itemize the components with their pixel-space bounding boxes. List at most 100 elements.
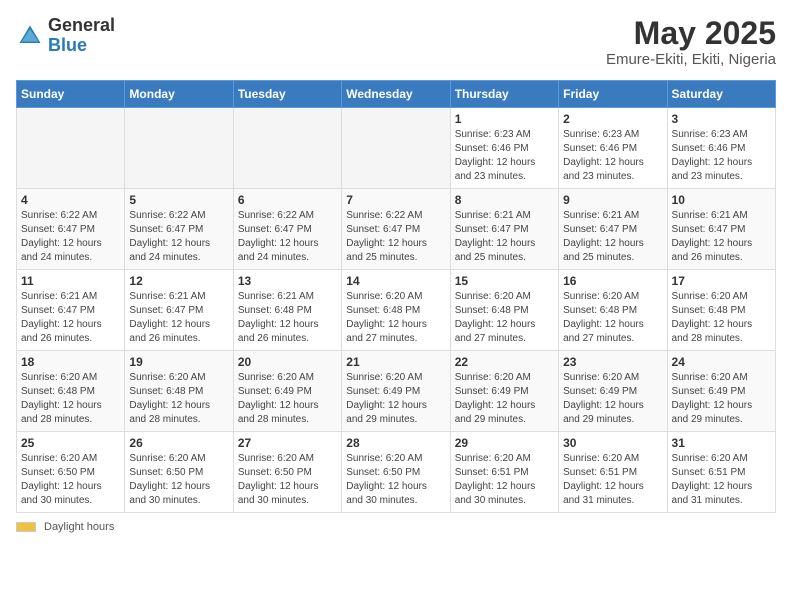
day-info: Sunrise: 6:20 AM Sunset: 6:48 PM Dayligh… — [455, 290, 554, 346]
day-number: 2 — [563, 112, 662, 126]
day-info: Sunrise: 6:21 AM Sunset: 6:47 PM Dayligh… — [563, 209, 662, 265]
day-info: Sunrise: 6:20 AM Sunset: 6:48 PM Dayligh… — [563, 290, 662, 346]
logo-blue-text: Blue — [48, 36, 115, 56]
calendar-cell: 20 Sunrise: 6:20 AM Sunset: 6:49 PM Dayli… — [233, 351, 341, 432]
calendar-cell: 14Sunrise: 6:20 AM Sunset: 6:48 PM Dayli… — [342, 270, 450, 351]
day-info: Sunrise: 6:21 AM Sunset: 6:47 PM Dayligh… — [455, 209, 554, 265]
calendar-cell: 27 Sunrise: 6:20 AM Sunset: 6:50 PM Dayli… — [233, 432, 341, 513]
week-row-1: 4 Sunrise: 6:22 AM Sunset: 6:47 PM Daylig… — [17, 189, 776, 270]
day-number: 16 — [563, 274, 662, 288]
day-info: Sunrise: 6:22 AM Sunset: 6:47 PM Dayligh… — [21, 209, 120, 265]
calendar-cell: 30 Sunrise: 6:20 AM Sunset: 6:51 PM Dayli… — [559, 432, 667, 513]
header-cell-thursday: Thursday — [450, 81, 558, 108]
day-info: Sunrise: 6:21 AM Sunset: 6:47 PM Dayligh… — [672, 209, 771, 265]
day-info: Sunrise: 6:23 AM Sunset: 6:46 PM Dayligh… — [563, 128, 662, 184]
day-number: 7 — [346, 193, 445, 207]
day-info: Sunrise: 6:20 AM Sunset: 6:49 PM Dayligh… — [672, 371, 771, 427]
calendar-cell: 31Sunrise: 6:20 AM Sunset: 6:51 PM Dayli… — [667, 432, 775, 513]
sub-title: Emure-Ekiti, Ekiti, Nigeria — [606, 51, 776, 68]
calendar-cell: 18Sunrise: 6:20 AM Sunset: 6:48 PM Dayli… — [17, 351, 125, 432]
day-number: 10 — [672, 193, 771, 207]
calendar-cell: 25Sunrise: 6:20 AM Sunset: 6:50 PM Dayli… — [17, 432, 125, 513]
week-row-0: 1Sunrise: 6:23 AM Sunset: 6:46 PM Daylig… — [17, 108, 776, 189]
calendar-cell: 16 Sunrise: 6:20 AM Sunset: 6:48 PM Dayli… — [559, 270, 667, 351]
day-info: Sunrise: 6:22 AM Sunset: 6:47 PM Dayligh… — [129, 209, 228, 265]
calendar-cell: 5 Sunrise: 6:22 AM Sunset: 6:47 PM Daylig… — [125, 189, 233, 270]
day-info: Sunrise: 6:20 AM Sunset: 6:50 PM Dayligh… — [238, 452, 337, 508]
day-info: Sunrise: 6:20 AM Sunset: 6:49 PM Dayligh… — [238, 371, 337, 427]
day-info: Sunrise: 6:20 AM Sunset: 6:48 PM Dayligh… — [672, 290, 771, 346]
day-info: Sunrise: 6:20 AM Sunset: 6:49 PM Dayligh… — [455, 371, 554, 427]
day-info: Sunrise: 6:21 AM Sunset: 6:47 PM Dayligh… — [21, 290, 120, 346]
calendar-cell: 10 Sunrise: 6:21 AM Sunset: 6:47 PM Dayli… — [667, 189, 775, 270]
calendar-cell — [17, 108, 125, 189]
day-number: 19 — [129, 355, 228, 369]
day-number: 13 — [238, 274, 337, 288]
day-number: 23 — [563, 355, 662, 369]
day-info: Sunrise: 6:20 AM Sunset: 6:51 PM Dayligh… — [563, 452, 662, 508]
day-info: Sunrise: 6:20 AM Sunset: 6:51 PM Dayligh… — [455, 452, 554, 508]
calendar-cell: 26 Sunrise: 6:20 AM Sunset: 6:50 PM Dayli… — [125, 432, 233, 513]
calendar-cell: 9 Sunrise: 6:21 AM Sunset: 6:47 PM Daylig… — [559, 189, 667, 270]
calendar-cell: 19 Sunrise: 6:20 AM Sunset: 6:48 PM Dayli… — [125, 351, 233, 432]
daylight-label: Daylight hours — [44, 521, 114, 533]
day-number: 5 — [129, 193, 228, 207]
calendar-cell: 7 Sunrise: 6:22 AM Sunset: 6:47 PM Daylig… — [342, 189, 450, 270]
day-number: 15 — [455, 274, 554, 288]
day-info: Sunrise: 6:20 AM Sunset: 6:50 PM Dayligh… — [346, 452, 445, 508]
day-number: 8 — [455, 193, 554, 207]
day-info: Sunrise: 6:23 AM Sunset: 6:46 PM Dayligh… — [455, 128, 554, 184]
week-row-2: 11Sunrise: 6:21 AM Sunset: 6:47 PM Dayli… — [17, 270, 776, 351]
main-title: May 2025 — [606, 16, 776, 51]
day-number: 24 — [672, 355, 771, 369]
header-cell-friday: Friday — [559, 81, 667, 108]
logo-general-text: General — [48, 16, 115, 36]
week-row-4: 25Sunrise: 6:20 AM Sunset: 6:50 PM Dayli… — [17, 432, 776, 513]
day-number: 31 — [672, 436, 771, 450]
calendar-cell: 29 Sunrise: 6:20 AM Sunset: 6:51 PM Dayli… — [450, 432, 558, 513]
header-cell-monday: Monday — [125, 81, 233, 108]
week-row-3: 18Sunrise: 6:20 AM Sunset: 6:48 PM Dayli… — [17, 351, 776, 432]
calendar-cell: 2 Sunrise: 6:23 AM Sunset: 6:46 PM Daylig… — [559, 108, 667, 189]
calendar-cell: 11Sunrise: 6:21 AM Sunset: 6:47 PM Dayli… — [17, 270, 125, 351]
daylight-bar-icon — [16, 522, 36, 532]
day-info: Sunrise: 6:20 AM Sunset: 6:50 PM Dayligh… — [129, 452, 228, 508]
calendar-body: 1Sunrise: 6:23 AM Sunset: 6:46 PM Daylig… — [17, 108, 776, 513]
logo-icon — [16, 22, 44, 50]
header-cell-saturday: Saturday — [667, 81, 775, 108]
calendar-cell: 13 Sunrise: 6:21 AM Sunset: 6:48 PM Dayli… — [233, 270, 341, 351]
day-info: Sunrise: 6:21 AM Sunset: 6:47 PM Dayligh… — [129, 290, 228, 346]
calendar-cell: 12Sunrise: 6:21 AM Sunset: 6:47 PM Dayli… — [125, 270, 233, 351]
day-info: Sunrise: 6:20 AM Sunset: 6:49 PM Dayligh… — [346, 371, 445, 427]
day-number: 27 — [238, 436, 337, 450]
day-number: 22 — [455, 355, 554, 369]
day-info: Sunrise: 6:20 AM Sunset: 6:48 PM Dayligh… — [21, 371, 120, 427]
calendar-cell: 17 Sunrise: 6:20 AM Sunset: 6:48 PM Dayli… — [667, 270, 775, 351]
day-info: Sunrise: 6:20 AM Sunset: 6:48 PM Dayligh… — [129, 371, 228, 427]
day-info: Sunrise: 6:22 AM Sunset: 6:47 PM Dayligh… — [238, 209, 337, 265]
title-section: May 2025 Emure-Ekiti, Ekiti, Nigeria — [606, 16, 776, 68]
calendar-cell: 4 Sunrise: 6:22 AM Sunset: 6:47 PM Daylig… — [17, 189, 125, 270]
header-cell-tuesday: Tuesday — [233, 81, 341, 108]
day-info: Sunrise: 6:20 AM Sunset: 6:48 PM Dayligh… — [346, 290, 445, 346]
calendar-cell: 24 Sunrise: 6:20 AM Sunset: 6:49 PM Dayli… — [667, 351, 775, 432]
header-row: SundayMondayTuesdayWednesdayThursdayFrid… — [17, 81, 776, 108]
day-info: Sunrise: 6:21 AM Sunset: 6:48 PM Dayligh… — [238, 290, 337, 346]
calendar-cell: 15 Sunrise: 6:20 AM Sunset: 6:48 PM Dayli… — [450, 270, 558, 351]
day-info: Sunrise: 6:20 AM Sunset: 6:49 PM Dayligh… — [563, 371, 662, 427]
day-number: 9 — [563, 193, 662, 207]
day-number: 28 — [346, 436, 445, 450]
day-number: 6 — [238, 193, 337, 207]
day-number: 20 — [238, 355, 337, 369]
day-number: 26 — [129, 436, 228, 450]
calendar-cell: 23 Sunrise: 6:20 AM Sunset: 6:49 PM Dayli… — [559, 351, 667, 432]
calendar-cell: 3Sunrise: 6:23 AM Sunset: 6:46 PM Daylig… — [667, 108, 775, 189]
day-number: 29 — [455, 436, 554, 450]
day-number: 17 — [672, 274, 771, 288]
calendar-cell: 22 Sunrise: 6:20 AM Sunset: 6:49 PM Dayli… — [450, 351, 558, 432]
page-header: General Blue May 2025 Emure-Ekiti, Ekiti… — [16, 16, 776, 68]
day-number: 4 — [21, 193, 120, 207]
calendar-cell — [233, 108, 341, 189]
day-info: Sunrise: 6:22 AM Sunset: 6:47 PM Dayligh… — [346, 209, 445, 265]
day-number: 30 — [563, 436, 662, 450]
